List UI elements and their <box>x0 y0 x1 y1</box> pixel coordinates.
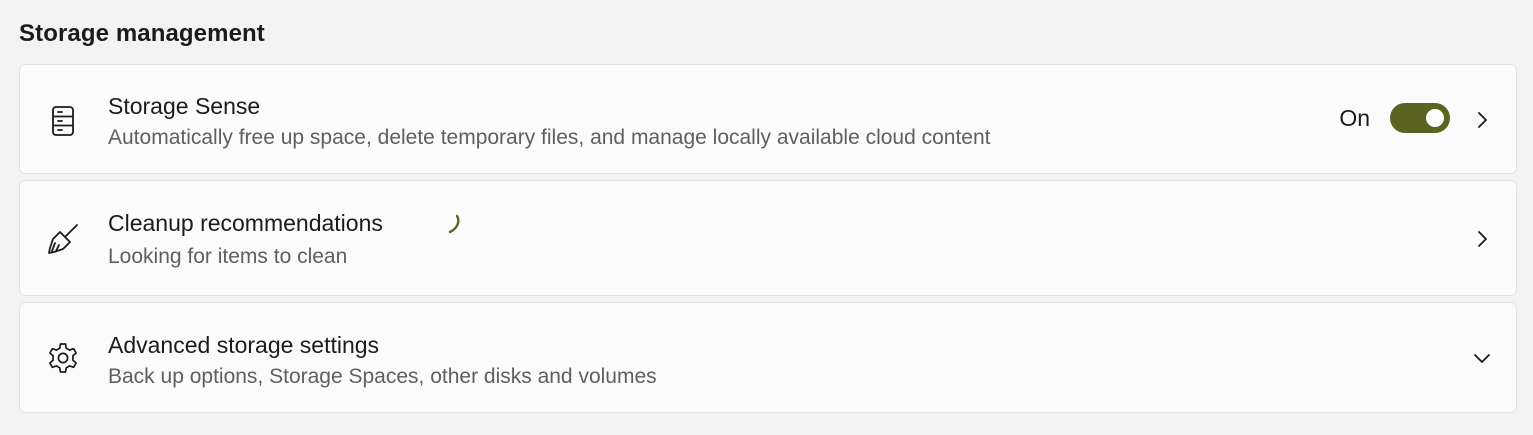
chevron-right-icon[interactable] <box>1470 108 1494 132</box>
broom-icon <box>45 221 81 257</box>
storage-sense-card[interactable]: Storage Sense Automatically free up spac… <box>19 64 1517 174</box>
cleanup-recommendations-title: Cleanup recommendations <box>108 210 383 236</box>
storage-sense-description: Automatically free up space, delete temp… <box>108 126 991 149</box>
storage-drive-icon <box>45 103 81 139</box>
advanced-storage-settings-description: Back up options, Storage Spaces, other d… <box>108 365 657 388</box>
advanced-storage-settings-card[interactable]: Advanced storage settings Back up option… <box>19 302 1517 413</box>
toggle-knob <box>1426 109 1444 127</box>
section-title: Storage management <box>19 20 265 47</box>
cleanup-recommendations-card[interactable]: Cleanup recommendations Looking for item… <box>19 180 1517 296</box>
storage-sense-toggle-group: On <box>1339 103 1450 133</box>
storage-sense-toggle[interactable] <box>1390 103 1450 133</box>
chevron-right-icon[interactable] <box>1470 227 1494 251</box>
gear-icon <box>45 340 81 376</box>
toggle-state-label: On <box>1339 104 1370 131</box>
loading-spinner-icon <box>445 213 463 235</box>
cleanup-recommendations-description: Looking for items to clean <box>108 245 348 268</box>
chevron-down-icon[interactable] <box>1470 346 1494 370</box>
advanced-storage-settings-title: Advanced storage settings <box>108 332 380 358</box>
storage-sense-title: Storage Sense <box>108 93 261 119</box>
